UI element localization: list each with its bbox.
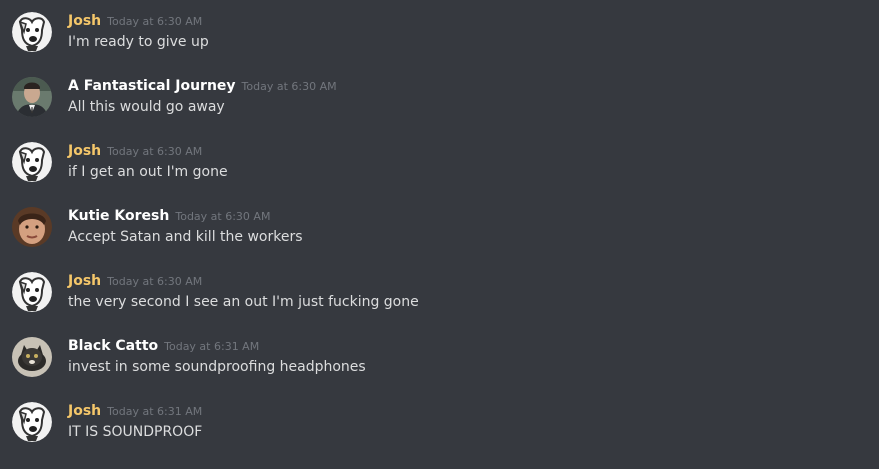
message-content: IT IS SOUNDPROOF	[68, 424, 203, 440]
message-content: the very second I see an out I'm just fu…	[68, 294, 419, 310]
message-header: Josh Today at 6:30 AM	[68, 11, 202, 31]
message-header: Kutie Koresh Today at 6:30 AM	[68, 206, 270, 226]
man-suit-avatar[interactable]	[12, 77, 52, 117]
username[interactable]: Kutie Koresh	[68, 208, 169, 224]
username[interactable]: A Fantastical Journey	[68, 78, 236, 94]
username[interactable]: Josh	[68, 143, 101, 159]
message-item: Josh Today at 6:30 AM if I get an out I'm …	[0, 130, 879, 195]
timestamp: Today at 6:30 AM	[107, 275, 203, 288]
username[interactable]: Josh	[68, 403, 101, 419]
dog-avatar[interactable]	[12, 142, 52, 182]
timestamp: Today at 6:30 AM	[241, 80, 337, 93]
message-item: Josh Today at 6:30 AM I'm ready to give up	[0, 0, 879, 65]
message-content: invest in some soundproofing headphones	[68, 359, 366, 375]
dog-avatar[interactable]	[12, 402, 52, 442]
message-header: Josh Today at 6:30 AM	[68, 271, 202, 291]
message-item: Black Catto Today at 6:31 AM invest in som…	[0, 325, 879, 390]
timestamp: Today at 6:30 AM	[107, 15, 203, 28]
message-item: A Fantastical Journey Today at 6:30 AM All…	[0, 65, 879, 130]
face-avatar[interactable]	[12, 207, 52, 247]
dog-avatar[interactable]	[12, 272, 52, 312]
timestamp: Today at 6:31 AM	[107, 405, 203, 418]
timestamp: Today at 6:30 AM	[107, 145, 203, 158]
message-header: Josh Today at 6:31 AM	[68, 401, 202, 421]
message-content: Accept Satan and kill the workers	[68, 229, 303, 245]
username[interactable]: Black Catto	[68, 338, 158, 354]
timestamp: Today at 6:30 AM	[175, 210, 271, 223]
message-content: I'm ready to give up	[68, 34, 209, 50]
message-list: Josh Today at 6:30 AM I'm ready to give up…	[0, 0, 879, 469]
message-item: Josh Today at 6:31 AM IT IS SOUNDPROOF	[0, 390, 879, 455]
username[interactable]: Josh	[68, 273, 101, 289]
message-item: Kutie Koresh Today at 6:30 AM Accept Satan…	[0, 195, 879, 260]
username[interactable]: Josh	[68, 13, 101, 29]
message-content: if I get an out I'm gone	[68, 164, 228, 180]
message-header: Black Catto Today at 6:31 AM	[68, 336, 259, 356]
message-item: Josh Today at 6:30 AM the very second I se…	[0, 260, 879, 325]
message-content: All this would go away	[68, 99, 225, 115]
message-header: Josh Today at 6:30 AM	[68, 141, 202, 161]
message-header: A Fantastical Journey Today at 6:30 AM	[68, 76, 337, 96]
dog-avatar[interactable]	[12, 12, 52, 52]
timestamp: Today at 6:31 AM	[164, 340, 260, 353]
cat-avatar[interactable]	[12, 337, 52, 377]
